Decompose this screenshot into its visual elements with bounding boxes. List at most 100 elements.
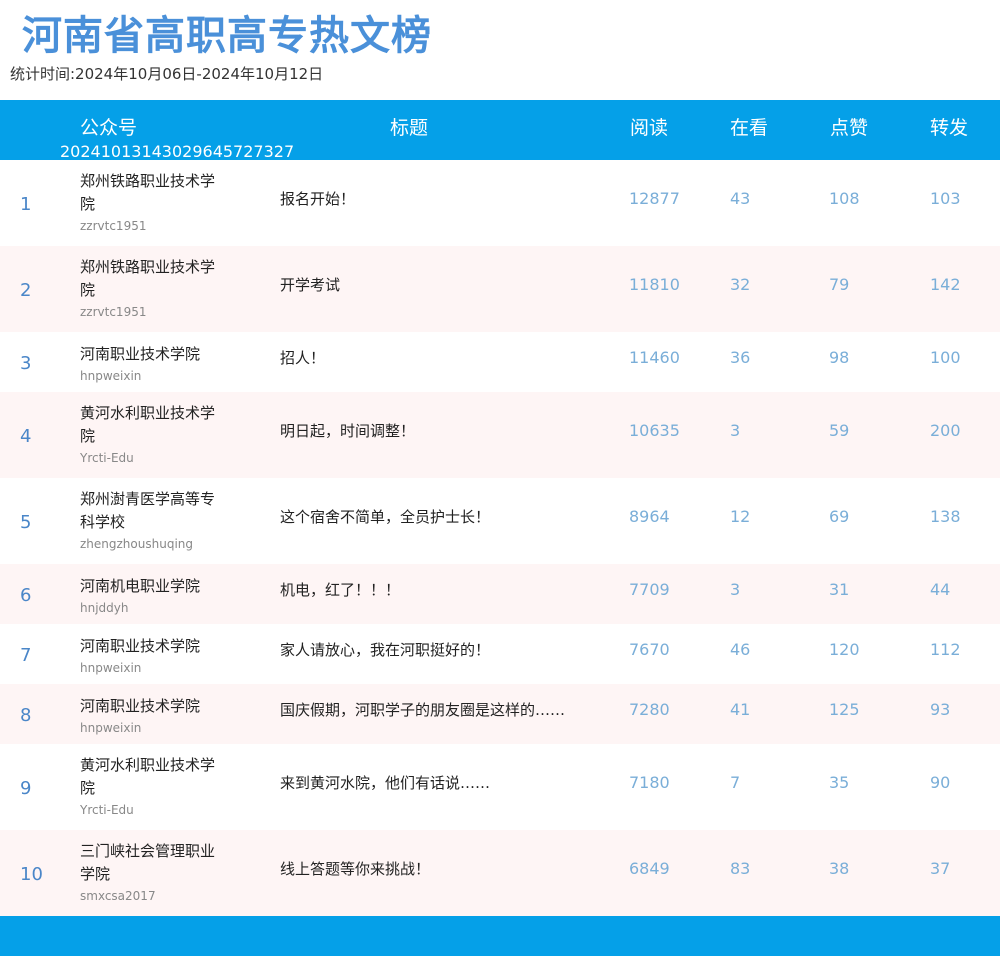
account-cell: 黄河水利职业技术学院 Yrcti-Edu	[80, 402, 220, 467]
account-cell: 三门峡社会管理职业学院 smxcsa2017	[80, 840, 220, 905]
cell-shares: 142	[930, 275, 961, 294]
account-name: 黄河水利职业技术学院	[80, 404, 216, 445]
cell-reads: 11810	[629, 275, 680, 294]
account-id: smxcsa2017	[80, 889, 156, 903]
cell-likes: 35	[829, 773, 850, 792]
article-title[interactable]: 明日起，时间调整！	[280, 420, 415, 442]
cell-reads: 7709	[629, 580, 670, 599]
cell-watching: 41	[730, 700, 751, 719]
cell-likes: 31	[829, 580, 850, 599]
cell-likes: 98	[829, 348, 850, 367]
page-title: 河南省高职高专热文榜	[22, 13, 432, 59]
cell-reads: 7670	[629, 640, 670, 659]
account-id: zhengzhoushuqing	[80, 537, 193, 551]
row-rank: 5	[20, 512, 32, 533]
article-title[interactable]: 来到黄河水院，他们有话说……	[280, 772, 490, 794]
article-title[interactable]: 家人请放心，我在河职挺好的！	[280, 639, 490, 661]
cell-watching: 32	[730, 275, 751, 294]
article-title[interactable]: 机电，红了！！！	[280, 579, 400, 601]
cell-watching: 12	[730, 507, 751, 526]
cell-reads: 6849	[629, 859, 670, 878]
cell-shares: 37	[930, 859, 951, 878]
cell-reads: 10635	[629, 421, 680, 440]
cell-shares: 138	[930, 507, 961, 526]
cell-likes: 59	[829, 421, 850, 440]
cell-reads: 8964	[629, 507, 670, 526]
header-account: 公众号	[80, 117, 138, 139]
account-cell: 河南职业技术学院 hnpweixin	[80, 695, 220, 737]
account-id: Yrcti-Edu	[80, 451, 134, 465]
table-row: 4 黄河水利职业技术学院 Yrcti-Edu 明日起，时间调整！ 10635 3 59 200	[0, 392, 1000, 478]
cell-shares: 100	[930, 348, 961, 367]
row-rank: 3	[20, 353, 32, 374]
account-id: Yrcti-Edu	[80, 803, 134, 817]
account-name: 郑州铁路职业技术学院	[80, 172, 216, 213]
account-id: zzrvtc1951	[80, 305, 147, 319]
row-rank: 1	[20, 194, 32, 215]
cell-shares: 93	[930, 700, 951, 719]
row-rank: 4	[20, 426, 32, 447]
cell-shares: 44	[930, 580, 951, 599]
cell-reads: 12877	[629, 189, 680, 208]
account-cell: 郑州铁路职业技术学院 zzrvtc1951	[80, 170, 220, 235]
cell-reads: 7180	[629, 773, 670, 792]
account-name: 河南机电职业学院	[80, 577, 201, 595]
cell-likes: 125	[829, 700, 860, 719]
cell-shares: 90	[930, 773, 951, 792]
account-name: 河南职业技术学院	[80, 345, 201, 363]
article-title[interactable]: 线上答题等你来挑战！	[280, 858, 430, 880]
account-id: hnjddyh	[80, 601, 129, 615]
row-rank: 7	[20, 645, 32, 666]
row-rank: 8	[20, 705, 32, 726]
cell-watching: 7	[730, 773, 741, 792]
row-rank: 9	[20, 778, 32, 799]
cell-shares: 200	[930, 421, 961, 440]
cell-reads: 7280	[629, 700, 670, 719]
header-likes: 点赞	[830, 117, 869, 139]
cell-likes: 79	[829, 275, 850, 294]
account-id: hnpweixin	[80, 369, 142, 383]
account-id: hnpweixin	[80, 721, 142, 735]
cell-likes: 108	[829, 189, 860, 208]
cell-shares: 103	[930, 189, 961, 208]
cell-likes: 69	[829, 507, 850, 526]
table-row: 2 郑州铁路职业技术学院 zzrvtc1951 开学考试 11810 32 79 142	[0, 246, 1000, 332]
account-cell: 郑州铁路职业技术学院 zzrvtc1951	[80, 256, 220, 321]
ranking-code: 20241013143029645727327	[60, 142, 295, 161]
row-rank: 2	[20, 280, 32, 301]
account-name: 三门峡社会管理职业学院	[80, 842, 216, 883]
cell-watching: 83	[730, 859, 751, 878]
article-title[interactable]: 报名开始！	[280, 188, 355, 210]
account-cell: 河南机电职业学院 hnjddyh	[80, 575, 220, 617]
table-row: 3 河南职业技术学院 hnpweixin 招人！ 11460 36 98 100	[0, 332, 1000, 392]
cell-watching: 3	[730, 421, 741, 440]
table-row: 9 黄河水利职业技术学院 Yrcti-Edu 来到黄河水院，他们有话说…… 7180 7 3…	[0, 744, 1000, 830]
article-title[interactable]: 这个宿舍不简单，全员护士长！	[280, 506, 490, 528]
header-title: 标题	[390, 117, 429, 139]
header-reads: 阅读	[630, 117, 669, 139]
account-cell: 郑州澍青医学高等专科学校 zhengzhoushuqing	[80, 488, 220, 553]
table-row: 6 河南机电职业学院 hnjddyh 机电，红了！！！ 7709 3 31 44	[0, 564, 1000, 624]
cell-watching: 3	[730, 580, 741, 599]
article-title[interactable]: 国庆假期，河职学子的朋友圈是这样的……	[280, 699, 565, 721]
account-name: 郑州铁路职业技术学院	[80, 258, 216, 299]
header-watching: 在看	[730, 117, 769, 139]
table-row: 7 河南职业技术学院 hnpweixin 家人请放心，我在河职挺好的！ 7670 46 12…	[0, 624, 1000, 684]
article-title[interactable]: 开学考试	[280, 274, 340, 296]
cell-watching: 43	[730, 189, 751, 208]
account-name: 郑州澍青医学高等专科学校	[80, 490, 216, 531]
account-name: 河南职业技术学院	[80, 697, 201, 715]
cell-watching: 36	[730, 348, 751, 367]
table-row: 1 郑州铁路职业技术学院 zzrvtc1951 报名开始！ 12877 43 108 103	[0, 160, 1000, 246]
account-cell: 河南职业技术学院 hnpweixin	[80, 343, 220, 385]
account-name: 黄河水利职业技术学院	[80, 756, 216, 797]
row-rank: 10	[20, 864, 43, 885]
account-name: 河南职业技术学院	[80, 637, 201, 655]
article-title[interactable]: 招人！	[280, 347, 325, 369]
table-row: 5 郑州澍青医学高等专科学校 zhengzhoushuqing 这个宿舍不简单，全员护…	[0, 478, 1000, 564]
cell-shares: 112	[930, 640, 961, 659]
statistics-period: 统计时间:2024年10月06日-2024年10月12日	[10, 65, 324, 83]
cell-likes: 120	[829, 640, 860, 659]
table-row: 10 三门峡社会管理职业学院 smxcsa2017 线上答题等你来挑战！ 6849 83 3…	[0, 830, 1000, 916]
table-row: 8 河南职业技术学院 hnpweixin 国庆假期，河职学子的朋友圈是这样的…… 728…	[0, 684, 1000, 744]
